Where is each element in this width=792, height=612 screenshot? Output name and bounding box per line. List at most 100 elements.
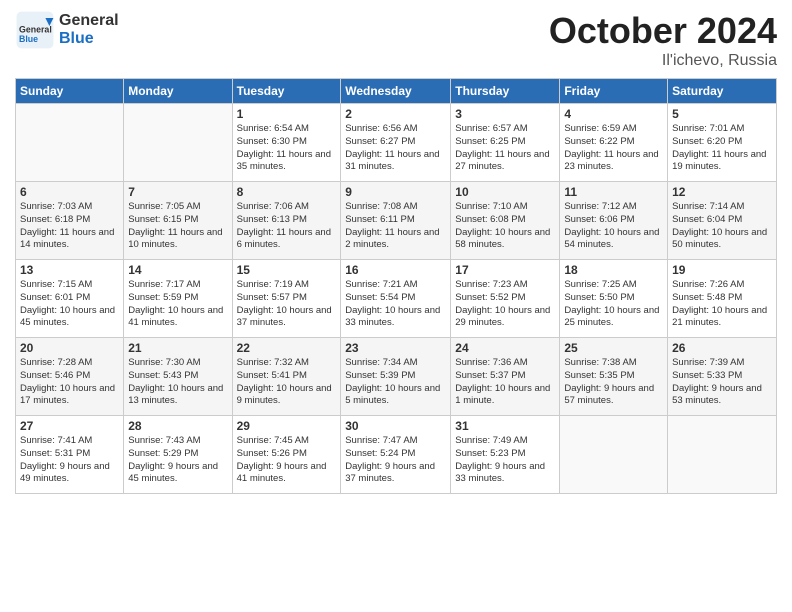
cell-w5-d7	[668, 416, 777, 494]
day-info: Sunrise: 7:19 AM Sunset: 5:57 PM Dayligh…	[237, 279, 337, 330]
day-number: 13	[20, 263, 119, 277]
day-info: Sunrise: 7:39 AM Sunset: 5:33 PM Dayligh…	[672, 357, 772, 408]
cell-w1-d3: 1 Sunrise: 6:54 AM Sunset: 6:30 PM Daylig…	[232, 104, 341, 182]
cell-w1-d5: 3Sunrise: 6:57 AM Sunset: 6:25 PM Daylig…	[451, 104, 560, 182]
day-info: Sunrise: 7:06 AM Sunset: 6:13 PM Dayligh…	[237, 201, 337, 252]
cell-w3-d3: 15 Sunrise: 7:19 AM Sunset: 5:57 PM Dayli…	[232, 260, 341, 338]
day-info: Sunrise: 6:56 AM Sunset: 6:27 PM Dayligh…	[345, 123, 446, 174]
day-info: Sunrise: 7:05 AM Sunset: 6:15 PM Dayligh…	[128, 201, 227, 252]
logo-blue-text: Blue	[59, 30, 119, 48]
day-info: Sunrise: 7:47 AM Sunset: 5:24 PM Dayligh…	[345, 435, 446, 486]
day-number: 9	[345, 185, 446, 199]
day-number: 8	[237, 185, 337, 199]
day-number: 12	[672, 185, 772, 199]
logo-text: General Blue	[59, 12, 119, 47]
day-info: Sunrise: 7:21 AM Sunset: 5:54 PM Dayligh…	[345, 279, 446, 330]
cell-w1-d6: 4 Sunrise: 6:59 AM Sunset: 6:22 PM Daylig…	[560, 104, 668, 182]
col-saturday: Saturday	[668, 79, 777, 104]
cell-w4-d5: 24 Sunrise: 7:36 AM Sunset: 5:37 PM Dayli…	[451, 338, 560, 416]
day-info: Sunrise: 7:28 AM Sunset: 5:46 PM Dayligh…	[20, 357, 119, 408]
day-number: 6	[20, 185, 119, 199]
day-info: Sunrise: 7:43 AM Sunset: 5:29 PM Dayligh…	[128, 435, 227, 486]
cell-w2-d2: 7Sunrise: 7:05 AM Sunset: 6:15 PM Daylig…	[124, 182, 232, 260]
day-number: 31	[455, 419, 555, 433]
cell-w2-d5: 10 Sunrise: 7:10 AM Sunset: 6:08 PM Dayli…	[451, 182, 560, 260]
day-info: Sunrise: 6:59 AM Sunset: 6:22 PM Dayligh…	[564, 123, 663, 174]
day-number: 3	[455, 107, 555, 121]
cell-w4-d7: 26Sunrise: 7:39 AM Sunset: 5:33 PM Dayli…	[668, 338, 777, 416]
day-number: 22	[237, 341, 337, 355]
cell-w4-d2: 21Sunrise: 7:30 AM Sunset: 5:43 PM Dayli…	[124, 338, 232, 416]
day-number: 20	[20, 341, 119, 355]
day-number: 16	[345, 263, 446, 277]
day-info: Sunrise: 6:54 AM Sunset: 6:30 PM Dayligh…	[237, 123, 337, 174]
week-row-2: 6 Sunrise: 7:03 AM Sunset: 6:18 PM Daylig…	[16, 182, 777, 260]
day-number: 24	[455, 341, 555, 355]
logo: General Blue General Blue	[15, 10, 119, 50]
day-info: Sunrise: 7:17 AM Sunset: 5:59 PM Dayligh…	[128, 279, 227, 330]
day-info: Sunrise: 7:03 AM Sunset: 6:18 PM Dayligh…	[20, 201, 119, 252]
week-row-1: 1 Sunrise: 6:54 AM Sunset: 6:30 PM Daylig…	[16, 104, 777, 182]
cell-w3-d4: 16 Sunrise: 7:21 AM Sunset: 5:54 PM Dayli…	[341, 260, 451, 338]
cell-w5-d2: 28 Sunrise: 7:43 AM Sunset: 5:29 PM Dayli…	[124, 416, 232, 494]
cell-w3-d6: 18Sunrise: 7:25 AM Sunset: 5:50 PM Dayli…	[560, 260, 668, 338]
cell-w4-d4: 23Sunrise: 7:34 AM Sunset: 5:39 PM Dayli…	[341, 338, 451, 416]
day-info: Sunrise: 7:14 AM Sunset: 6:04 PM Dayligh…	[672, 201, 772, 252]
day-info: Sunrise: 7:01 AM Sunset: 6:20 PM Dayligh…	[672, 123, 772, 174]
col-monday: Monday	[124, 79, 232, 104]
cell-w2-d6: 11 Sunrise: 7:12 AM Sunset: 6:06 PM Dayli…	[560, 182, 668, 260]
day-number: 27	[20, 419, 119, 433]
cell-w1-d2	[124, 104, 232, 182]
cell-w4-d3: 22 Sunrise: 7:32 AM Sunset: 5:41 PM Dayli…	[232, 338, 341, 416]
svg-text:Blue: Blue	[19, 34, 38, 44]
cell-w5-d5: 31 Sunrise: 7:49 AM Sunset: 5:23 PM Dayli…	[451, 416, 560, 494]
cell-w3-d2: 14Sunrise: 7:17 AM Sunset: 5:59 PM Dayli…	[124, 260, 232, 338]
day-number: 11	[564, 185, 663, 199]
day-info: Sunrise: 7:49 AM Sunset: 5:23 PM Dayligh…	[455, 435, 555, 486]
cell-w3-d7: 19 Sunrise: 7:26 AM Sunset: 5:48 PM Dayli…	[668, 260, 777, 338]
cell-w1-d1	[16, 104, 124, 182]
cell-w1-d7: 5Sunrise: 7:01 AM Sunset: 6:20 PM Daylig…	[668, 104, 777, 182]
day-number: 21	[128, 341, 227, 355]
col-thursday: Thursday	[451, 79, 560, 104]
day-number: 4	[564, 107, 663, 121]
day-info: Sunrise: 7:26 AM Sunset: 5:48 PM Dayligh…	[672, 279, 772, 330]
col-wednesday: Wednesday	[341, 79, 451, 104]
col-sunday: Sunday	[16, 79, 124, 104]
day-info: Sunrise: 7:36 AM Sunset: 5:37 PM Dayligh…	[455, 357, 555, 408]
day-info: Sunrise: 7:12 AM Sunset: 6:06 PM Dayligh…	[564, 201, 663, 252]
day-number: 23	[345, 341, 446, 355]
day-info: Sunrise: 7:10 AM Sunset: 6:08 PM Dayligh…	[455, 201, 555, 252]
day-info: Sunrise: 7:08 AM Sunset: 6:11 PM Dayligh…	[345, 201, 446, 252]
day-number: 19	[672, 263, 772, 277]
cell-w5-d3: 29Sunrise: 7:45 AM Sunset: 5:26 PM Dayli…	[232, 416, 341, 494]
page: General Blue General Blue October 2024 I…	[0, 0, 792, 504]
day-number: 18	[564, 263, 663, 277]
week-row-5: 27Sunrise: 7:41 AM Sunset: 5:31 PM Dayli…	[16, 416, 777, 494]
week-row-3: 13Sunrise: 7:15 AM Sunset: 6:01 PM Dayli…	[16, 260, 777, 338]
title-location: Il'ichevo, Russia	[549, 52, 777, 70]
col-tuesday: Tuesday	[232, 79, 341, 104]
cell-w2-d1: 6 Sunrise: 7:03 AM Sunset: 6:18 PM Daylig…	[16, 182, 124, 260]
cell-w4-d1: 20 Sunrise: 7:28 AM Sunset: 5:46 PM Dayli…	[16, 338, 124, 416]
cell-w5-d4: 30Sunrise: 7:47 AM Sunset: 5:24 PM Dayli…	[341, 416, 451, 494]
svg-text:General: General	[19, 24, 52, 34]
calendar-header-row: Sunday Monday Tuesday Wednesday Thursday…	[16, 79, 777, 104]
col-friday: Friday	[560, 79, 668, 104]
cell-w2-d4: 9 Sunrise: 7:08 AM Sunset: 6:11 PM Daylig…	[341, 182, 451, 260]
cell-w5-d6	[560, 416, 668, 494]
logo-icon: General Blue	[15, 10, 55, 50]
cell-w3-d5: 17Sunrise: 7:23 AM Sunset: 5:52 PM Dayli…	[451, 260, 560, 338]
day-number: 29	[237, 419, 337, 433]
cell-w2-d3: 8 Sunrise: 7:06 AM Sunset: 6:13 PM Daylig…	[232, 182, 341, 260]
logo-general-text: General	[59, 12, 119, 30]
day-number: 15	[237, 263, 337, 277]
day-number: 1	[237, 107, 337, 121]
day-info: Sunrise: 7:32 AM Sunset: 5:41 PM Dayligh…	[237, 357, 337, 408]
cell-w1-d4: 2Sunrise: 6:56 AM Sunset: 6:27 PM Daylig…	[341, 104, 451, 182]
cell-w3-d1: 13Sunrise: 7:15 AM Sunset: 6:01 PM Dayli…	[16, 260, 124, 338]
day-number: 28	[128, 419, 227, 433]
day-number: 10	[455, 185, 555, 199]
title-block: October 2024 Il'ichevo, Russia	[549, 10, 777, 70]
cell-w2-d7: 12 Sunrise: 7:14 AM Sunset: 6:04 PM Dayli…	[668, 182, 777, 260]
